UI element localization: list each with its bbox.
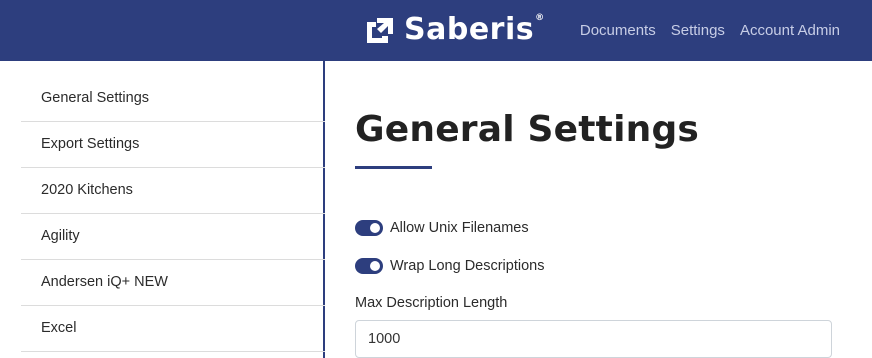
saberis-logo-icon <box>367 18 393 43</box>
toggle-knob <box>370 261 380 271</box>
allow-unix-filenames-label: Allow Unix Filenames <box>390 220 529 236</box>
brand-name: Saberis <box>404 12 535 47</box>
top-navbar: Saberis ® Documents Settings Account Adm… <box>0 0 872 61</box>
registered-mark: ® <box>535 13 545 23</box>
main-nav: Documents Settings Account Admin <box>565 0 840 61</box>
settings-sidebar: General Settings Export Settings 2020 Ki… <box>0 61 325 358</box>
allow-unix-filenames-row: Allow Unix Filenames <box>355 218 529 238</box>
toggle-knob <box>370 223 380 233</box>
wrap-long-descriptions-label: Wrap Long Descriptions <box>390 258 545 274</box>
sidebar-item-2020-kitchens[interactable]: 2020 Kitchens <box>21 168 325 214</box>
sidebar-item-andersen-iq[interactable]: Andersen iQ+ NEW <box>21 260 325 306</box>
sidebar-list: General Settings Export Settings 2020 Ki… <box>21 76 325 352</box>
allow-unix-filenames-toggle[interactable] <box>355 220 383 236</box>
nav-account-admin[interactable]: Account Admin <box>740 22 840 39</box>
sidebar-item-export-settings[interactable]: Export Settings <box>21 122 325 168</box>
wrap-long-descriptions-toggle[interactable] <box>355 258 383 274</box>
sidebar-item-excel[interactable]: Excel <box>21 306 325 352</box>
sidebar-item-general-settings[interactable]: General Settings <box>21 76 325 122</box>
max-description-length-input[interactable] <box>355 320 832 358</box>
settings-content: General Settings Allow Unix Filenames Wr… <box>355 61 855 358</box>
nav-documents[interactable]: Documents <box>580 22 656 39</box>
brand-logo[interactable]: Saberis ® <box>364 12 544 48</box>
nav-settings[interactable]: Settings <box>671 22 725 39</box>
max-description-length-label: Max Description Length <box>355 295 508 311</box>
page-title: General Settings <box>355 109 700 150</box>
title-underline <box>355 166 432 169</box>
sidebar-item-agility[interactable]: Agility <box>21 214 325 260</box>
wrap-long-descriptions-row: Wrap Long Descriptions <box>355 256 544 276</box>
